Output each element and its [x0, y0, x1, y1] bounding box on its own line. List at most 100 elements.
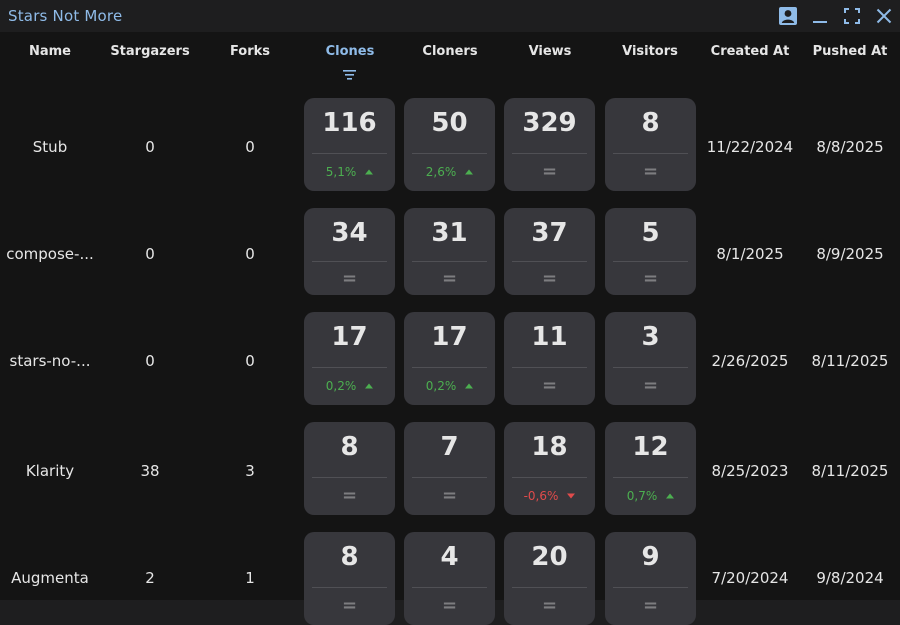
clones-trend: 5,1%: [304, 164, 395, 180]
column-header-stargazers[interactable]: Stargazers: [100, 44, 200, 59]
card-divider: [412, 587, 487, 588]
card-divider: [312, 367, 387, 368]
card-divider: [412, 261, 487, 262]
cloners-trend: =: [404, 597, 495, 615]
clones-trend: =: [304, 268, 395, 289]
trend-label: 0,2%: [325, 379, 357, 393]
sort-descending-icon[interactable]: [343, 65, 357, 84]
card-divider: [412, 477, 487, 478]
trend-label: 5,1%: [325, 165, 357, 179]
visitors-card: 8 =: [605, 98, 696, 191]
cloners-card: 4 =: [404, 532, 495, 625]
pushed-at-cell: 9/8/2024: [816, 569, 884, 587]
stargazers-cell: 38: [140, 462, 160, 480]
trend-label: =: [441, 268, 458, 289]
card-divider: [512, 587, 587, 588]
trend-label: =: [642, 268, 659, 289]
clones-value: 34: [331, 218, 368, 248]
minimize-icon[interactable]: [809, 5, 831, 27]
cloners-value: 50: [431, 108, 468, 138]
created-at-cell: 8/25/2023: [711, 462, 789, 480]
forks-cell: 0: [245, 245, 255, 263]
trend-up-icon: [365, 383, 374, 389]
column-header-clones[interactable]: Clones: [300, 44, 400, 59]
name-cell: Stub: [32, 138, 68, 156]
trend-label: =: [541, 375, 558, 396]
created-at-cell: 2/26/2025: [711, 352, 789, 370]
trend-up-icon: [465, 383, 474, 389]
trend-up-icon: [365, 169, 374, 175]
close-icon[interactable]: [873, 5, 895, 27]
views-trend: =: [504, 375, 595, 396]
clones-card: 8 =: [304, 532, 395, 625]
cloners-value: 4: [440, 542, 459, 572]
created-at-cell: 7/20/2024: [711, 569, 789, 587]
views-trend: =: [504, 161, 595, 182]
column-header-cloners[interactable]: Cloners: [400, 44, 500, 59]
trend-label: =: [541, 161, 558, 182]
trend-up-icon: [465, 169, 474, 175]
visitors-trend: =: [605, 268, 696, 289]
visitors-trend: =: [605, 375, 696, 396]
cloners-trend: =: [404, 268, 495, 289]
views-trend: -0,6%: [504, 488, 595, 504]
card-divider: [412, 367, 487, 368]
repository-table: Name Stargazers Forks Clones Cloners Views Vis…: [0, 32, 900, 625]
cloners-card: 50 2,6%: [404, 98, 495, 191]
visitors-card: 3 =: [605, 312, 696, 405]
column-header-pushed-at[interactable]: Pushed At: [800, 44, 900, 59]
cloners-trend: 0,2%: [404, 378, 495, 394]
cloners-value: 17: [431, 322, 468, 352]
trend-down-icon: [567, 493, 576, 499]
card-divider: [312, 477, 387, 478]
name-cell: Klarity: [25, 462, 75, 480]
created-at-cell: 11/22/2024: [706, 138, 794, 156]
views-value: 11: [531, 322, 568, 352]
cloners-card: 7 =: [404, 422, 495, 515]
trend-label: =: [541, 595, 558, 616]
column-header-forks[interactable]: Forks: [200, 44, 300, 59]
card-divider: [312, 587, 387, 588]
trend-label: =: [642, 595, 659, 616]
clones-trend: =: [304, 595, 395, 616]
column-header-name[interactable]: Name: [0, 44, 100, 59]
trend-label: =: [341, 268, 358, 289]
card-divider: [312, 261, 387, 262]
card-divider: [613, 261, 688, 262]
card-divider: [613, 477, 688, 478]
trend-label: =: [341, 595, 358, 616]
clones-value: 8: [340, 542, 359, 572]
views-value: 37: [531, 218, 568, 248]
created-at-cell: 8/1/2025: [716, 245, 784, 263]
stargazers-cell: 2: [145, 569, 155, 587]
card-divider: [512, 477, 587, 478]
trend-up-icon: [666, 493, 675, 499]
title-bar: Stars Not More: [0, 0, 900, 32]
account-icon[interactable]: [777, 5, 799, 27]
clones-trend: =: [304, 487, 395, 505]
card-divider: [512, 367, 587, 368]
pushed-at-cell: 8/9/2025: [816, 245, 884, 263]
trend-label: =: [642, 375, 659, 396]
views-card: 20 =: [504, 532, 595, 625]
cloners-card: 17 0,2%: [404, 312, 495, 405]
views-value: 20: [531, 542, 568, 572]
clones-card: 116 5,1%: [304, 98, 395, 191]
cloners-value: 7: [440, 432, 459, 462]
pushed-at-cell: 8/11/2025: [811, 352, 889, 370]
stargazers-cell: 0: [145, 138, 155, 156]
visitors-value: 8: [641, 108, 660, 138]
column-header-created-at[interactable]: Created At: [700, 44, 800, 59]
card-divider: [512, 261, 587, 262]
visitors-value: 5: [641, 218, 660, 248]
card-divider: [613, 587, 688, 588]
column-header-visitors[interactable]: Visitors: [600, 44, 700, 59]
pushed-at-cell: 8/11/2025: [811, 462, 889, 480]
column-header-views[interactable]: Views: [500, 44, 600, 59]
visitors-card: 5 =: [605, 208, 696, 295]
maximize-icon[interactable]: [841, 5, 863, 27]
views-card: 37 =: [504, 208, 595, 295]
clones-value: 116: [322, 108, 377, 138]
visitors-trend: 0,7%: [605, 488, 696, 504]
visitors-value: 9: [641, 542, 660, 572]
